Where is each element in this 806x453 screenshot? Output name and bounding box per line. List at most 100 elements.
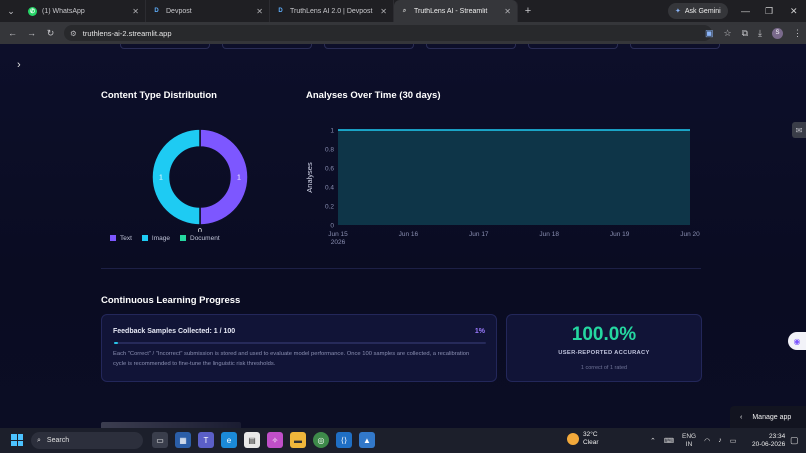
tab-devpost[interactable]: D Devpost ✕ [146, 0, 270, 22]
x-tick-label: Jun 17 [469, 231, 489, 238]
tab-search-menu-icon[interactable]: ⌄ [0, 0, 22, 22]
site-info-icon[interactable]: ⚙ [70, 29, 77, 38]
legend-swatch [180, 235, 186, 241]
teams-icon[interactable]: T [198, 432, 214, 448]
feedback-progress-bar [114, 342, 486, 344]
close-icon[interactable]: ✕ [380, 7, 387, 16]
windows-taskbar: ⌕ Search ▭ ▦ T e ▤ ✧ ▬ ◎ ⟨⟩ ▲ 32°C Clear… [0, 428, 806, 453]
content-distribution-chart: 1 1 0 [151, 128, 249, 232]
legend-item-image[interactable]: Image [141, 235, 170, 242]
extensions-icon[interactable]: ⧉ [742, 28, 748, 39]
feedback-progress-card: Feedback Samples Collected: 1 / 100 1% E… [101, 314, 497, 382]
sidebar-expand-icon[interactable]: › [17, 59, 21, 71]
close-icon[interactable]: ✕ [132, 7, 139, 16]
app-main: › Content Type Distribution 1 1 0 Text Ima… [0, 44, 806, 428]
legend-label: Image [151, 235, 170, 242]
widgets-icon[interactable]: ▦ [175, 432, 191, 448]
wifi-icon[interactable]: ◠ [704, 437, 710, 445]
legend-swatch [110, 235, 116, 241]
address-bar[interactable]: ⚙ truthlens-ai-2.streamlit.app [64, 25, 712, 41]
close-icon[interactable]: ✕ [256, 7, 263, 16]
url-text: truthlens-ai-2.streamlit.app [82, 28, 172, 38]
clock-time: 23:34 [768, 433, 786, 440]
forward-icon[interactable]: → [22, 28, 41, 38]
assistant-icon[interactable]: ◉ [788, 332, 806, 350]
x-tick-label: Jun 19 [610, 231, 630, 238]
cast-icon[interactable]: ▣ [705, 28, 714, 39]
edge-icon[interactable]: e [221, 432, 237, 448]
weather-description: Clear [583, 439, 599, 446]
tab-truthlens-streamlit[interactable]: ⌕ TruthLens AI - Streamlit ✕ [394, 0, 518, 22]
accuracy-value: 100.0% [571, 324, 637, 345]
tab-truthlens-devpost[interactable]: D TruthLens AI 2.0 | Devpost ✕ [270, 0, 394, 22]
taskbar-pinned-apps: ▭ ▦ T e ▤ ✧ ▬ ◎ ⟨⟩ ▲ [152, 432, 375, 448]
download-icon[interactable]: ⤓ [758, 28, 762, 39]
mail-icon[interactable]: ✉ [792, 122, 806, 138]
top-metric-cards-edge [120, 44, 720, 49]
x-tick-label: Jun 18 [539, 231, 559, 238]
manage-app-button[interactable]: ‹ Manage app [730, 406, 806, 428]
devpost-icon: D [276, 6, 285, 16]
tab-title: TruthLens AI 2.0 | Devpost [290, 7, 373, 15]
keyboard-icon[interactable]: ⌨ [664, 437, 674, 445]
devpost-icon: D [152, 6, 161, 16]
section-divider [101, 268, 701, 269]
profile-avatar[interactable]: S [772, 27, 783, 39]
back-icon[interactable]: ← [3, 28, 22, 38]
taskbar-search-placeholder: Search [46, 437, 70, 444]
photos-icon[interactable]: ▲ [359, 432, 375, 448]
volume-icon[interactable]: ♪ [718, 437, 722, 444]
new-tab-button[interactable]: + [518, 5, 538, 17]
feedback-progress-fill [114, 342, 118, 344]
area-fill [338, 130, 690, 225]
weather-temperature: 32°C [583, 431, 598, 438]
y-tick-label: 0.4 [325, 185, 334, 192]
legend-item-document[interactable]: Document [180, 235, 220, 242]
analyses-over-time-title: Analyses Over Time (30 days) [306, 90, 441, 101]
restore-icon[interactable]: ❐ [765, 0, 773, 22]
window-close-icon[interactable]: ✕ [790, 0, 798, 22]
clock-date: 20-06-2026 [752, 441, 786, 448]
store-icon[interactable]: ▤ [244, 432, 260, 448]
ask-gemini-label: Ask Gemini [684, 7, 721, 15]
legend-item-text[interactable]: Text [110, 235, 132, 242]
vscode-icon[interactable]: ⟨⟩ [336, 432, 352, 448]
weather-sun-icon [567, 433, 579, 445]
chrome-icon[interactable]: ◎ [313, 432, 329, 448]
notification-icon[interactable]: ▢ [790, 435, 799, 446]
file-explorer-icon[interactable]: ▬ [290, 432, 306, 448]
accuracy-label: USER-REPORTED ACCURACY [558, 350, 650, 356]
copilot-icon[interactable]: ✧ [267, 432, 283, 448]
language-region: IN [685, 440, 693, 448]
legend-swatch [141, 235, 148, 241]
tab-whatsapp[interactable]: ✆ (1) WhatsApp ✕ [22, 0, 146, 22]
donut-slice-label: 1 [237, 175, 241, 182]
feedback-description: Each "Correct" / "Incorrect" submission … [113, 351, 470, 367]
content-distribution-title: Content Type Distribution [101, 90, 217, 101]
search-icon: ⌕ [402, 7, 407, 14]
accuracy-card: 100.0% USER-REPORTED ACCURACY 1 correct … [506, 314, 702, 382]
bookmark-star-icon[interactable]: ☆ [724, 28, 732, 39]
chevron-up-icon[interactable]: ⌃ [650, 437, 656, 445]
close-icon[interactable]: ✕ [504, 7, 511, 16]
minimize-icon[interactable]: — [741, 0, 750, 22]
reload-icon[interactable]: ↻ [41, 28, 60, 39]
analyses-over-time-chart: 0 0.2 0.4 0.6 0.8 1 Jun 15 Jun 16 Jun 17 Jun 18 Ju… [305, 128, 700, 247]
feedback-percent: 1% [474, 328, 485, 335]
task-view-icon[interactable]: ▭ [152, 432, 168, 448]
tab-title: (1) WhatsApp [42, 7, 85, 15]
weather-widget[interactable]: 32°C Clear [567, 431, 599, 447]
x-tick-label: Jun 20 [680, 231, 700, 238]
search-icon: ⌕ [37, 436, 41, 444]
ask-gemini-button[interactable]: ✦ Ask Gemini [668, 3, 728, 19]
tab-title: TruthLens AI - Streamlit [414, 7, 488, 15]
windows-start-icon[interactable] [11, 434, 23, 446]
legend-label: Document [190, 235, 220, 242]
more-options-icon[interactable]: ⋮ [793, 28, 802, 39]
taskbar-clock[interactable]: 23:34 20-06-2026 [752, 433, 785, 449]
system-tray: ⌃ ⌨ ENG IN ◠ ♪ ▭ [650, 428, 736, 453]
battery-icon[interactable]: ▭ [730, 437, 737, 445]
language-indicator[interactable]: ENG IN [682, 433, 696, 449]
toolbar-actions: ▣ ☆ ⧉ ⤓ S ⋮ [705, 22, 802, 44]
taskbar-search[interactable]: ⌕ Search [31, 432, 143, 449]
